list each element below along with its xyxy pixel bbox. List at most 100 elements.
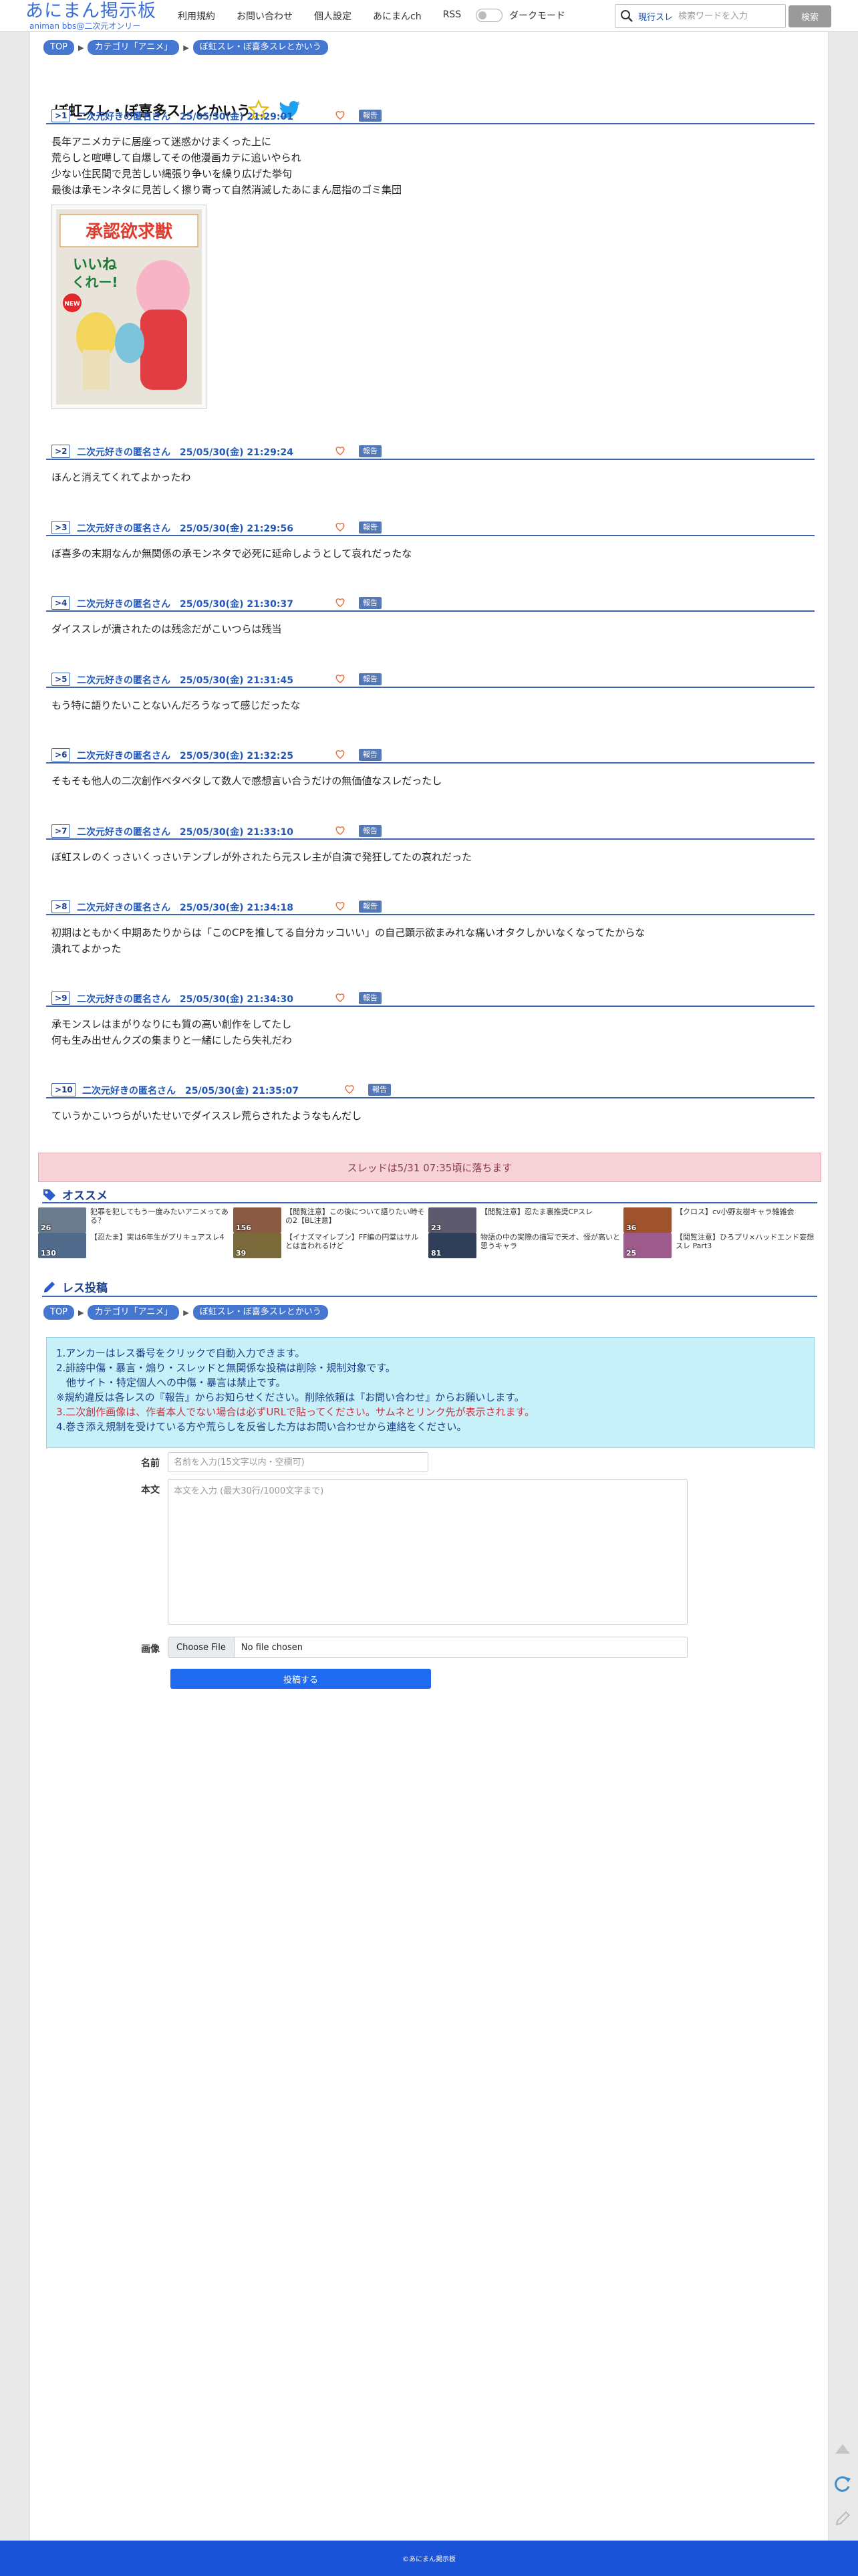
recommend-item[interactable]: 23 【閲覧注意】忍たま裏推奨CPスレ <box>428 1207 623 1233</box>
recommend-item-title: 【閲覧注意】ひろプリ×ハッドエンド妄想スレ Part3 <box>676 1233 815 1250</box>
rule-line: 他サイト・特定個人への中傷・暴言は禁止です。 <box>56 1377 286 1389</box>
recommend-item[interactable]: 39 【イナズマイレブン】FF編の円堂はサルとは言われるけど <box>233 1233 428 1258</box>
nav-contact[interactable]: お問い合わせ <box>237 9 293 23</box>
post-line: 潰れてよかった <box>51 943 122 955</box>
heart-icon[interactable] <box>335 597 345 608</box>
post-image[interactable]: 承認欲求獣 いいね くれー! NEW <box>51 205 206 409</box>
chevron-right-icon: ▶ <box>78 1308 84 1317</box>
report-button[interactable]: 報告 <box>359 825 382 837</box>
heart-icon[interactable] <box>335 673 345 684</box>
compose-button[interactable] <box>831 2507 854 2530</box>
rule-line: 2.誹謗中傷・暴言・煽り・スレッドと無関係な投稿は削除・規制対象です。 <box>56 1362 396 1374</box>
heart-icon[interactable] <box>335 110 345 120</box>
report-button[interactable]: 報告 <box>359 673 382 685</box>
nav-settings[interactable]: 個人設定 <box>314 9 351 23</box>
heart-icon[interactable] <box>335 749 345 759</box>
post-header: >9 二次元好きの匿名さん 25/05/30(金) 21:34:30 報告 <box>46 991 815 1007</box>
recommend-item[interactable]: 25 【閲覧注意】ひろプリ×ハッドエンド妄想スレ Part3 <box>623 1233 819 1258</box>
report-button[interactable]: 報告 <box>359 445 382 457</box>
pencil-icon <box>44 1281 55 1292</box>
report-button[interactable]: 報告 <box>368 1084 391 1096</box>
search-scope-select[interactable]: 現行スレ <box>638 10 673 23</box>
search-button[interactable]: 検索 <box>789 5 831 27</box>
image-file-input[interactable]: Choose File No file chosen <box>168 1637 688 1658</box>
dark-mode-toggle[interactable] <box>476 9 503 22</box>
breadcrumb-thread[interactable]: ぼ虹スレ・ぼ喜多スレとかいう <box>192 40 328 55</box>
post-header: >2 二次元好きの匿名さん 25/05/30(金) 21:29:24 報告 <box>46 444 815 460</box>
breadcrumb-bottom: TOP ▶ カテゴリ「アニメ」 ▶ ぼ虹スレ・ぼ喜多スレとかいう <box>43 1305 328 1320</box>
report-button[interactable]: 報告 <box>359 901 382 913</box>
heart-icon[interactable] <box>335 521 345 532</box>
recommend-item-title: 【閲覧注意】忍たま裏推奨CPスレ <box>480 1207 593 1216</box>
nav-rss[interactable]: RSS <box>443 9 462 23</box>
heart-icon[interactable] <box>335 825 345 836</box>
heart-icon[interactable] <box>335 445 345 456</box>
comment-count: 156 <box>236 1223 251 1232</box>
recommend-item-title: 【イナズマイレブン】FF編の円堂はサルとは言われるけど <box>285 1233 419 1250</box>
post-form-heading: レス投稿 <box>42 1278 108 1295</box>
post-line: ぼ喜多の末期なんか無関係の承モンネタで必死に延命しようとして哀れだったな <box>51 548 412 560</box>
post-5: >5 二次元好きの匿名さん 25/05/30(金) 21:31:45 報告 もう… <box>46 672 815 713</box>
breadcrumb-category[interactable]: カテゴリ「アニメ」 <box>88 40 180 55</box>
post-line: ほんと消えてくれてよかったわ <box>51 471 191 483</box>
heart-icon[interactable] <box>344 1084 355 1094</box>
site-logo[interactable]: あにまん掲示板 animan bbs@二次元オンリー <box>25 1 166 32</box>
nav-terms[interactable]: 利用規約 <box>178 9 215 23</box>
post-body: ぼ喜多の末期なんか無関係の承モンネタで必死に延命しようとして哀れだったな <box>46 536 815 562</box>
breadcrumb-category[interactable]: カテゴリ「アニメ」 <box>88 1305 180 1320</box>
post-body: そもそも他人の二次創作ベタベタして数人で感想言い合うだけの無価値なスレだったし <box>46 764 815 789</box>
breadcrumb-top[interactable]: TOP <box>43 1305 75 1320</box>
report-button[interactable]: 報告 <box>359 749 382 761</box>
report-button[interactable]: 報告 <box>359 597 382 609</box>
breadcrumb-top[interactable]: TOP <box>43 40 75 55</box>
post-number[interactable]: >7 <box>51 824 71 838</box>
recommend-item[interactable]: 130 【忍たま】実は6年生がプリキュアスレ4 <box>38 1233 233 1258</box>
choose-file-button[interactable]: Choose File <box>168 1637 235 1657</box>
post-number[interactable]: >2 <box>51 445 71 458</box>
post-number[interactable]: >5 <box>51 673 71 686</box>
recommend-item[interactable]: 156 【閲覧注意】この後について語りたい時その2【BL注意】 <box>233 1207 428 1233</box>
dark-mode-label: ダークモード <box>509 11 565 21</box>
report-button[interactable]: 報告 <box>359 521 382 534</box>
post-number[interactable]: >4 <box>51 596 71 610</box>
rule-line: 1.アンカーはレス番号をクリックで自動入力できます。 <box>56 1347 305 1359</box>
recommend-heading: オススメ <box>42 1186 108 1203</box>
rule-line: ※規約違反は各レスの『報告』からお知らせください。削除依頼は『お問い合わせ』から… <box>56 1391 525 1403</box>
submit-post-button[interactable]: 投稿する <box>170 1669 431 1689</box>
report-button[interactable]: 報告 <box>359 992 382 1004</box>
post-number-value: 4 <box>61 598 67 608</box>
comment-count: 130 <box>41 1249 56 1258</box>
heart-icon[interactable] <box>335 901 345 911</box>
post-image-illustration: 承認欲求獣 いいね くれー! NEW <box>56 209 202 404</box>
post-number[interactable]: >6 <box>51 748 71 762</box>
post-number[interactable]: >10 <box>51 1083 76 1096</box>
post-header: >7 二次元好きの匿名さん 25/05/30(金) 21:33:10 報告 <box>46 824 815 840</box>
reload-button[interactable] <box>831 2472 854 2495</box>
recommend-item[interactable]: 81 物語の中の実際の描写で天才、怪が高いと思うキャラ <box>428 1233 623 1258</box>
post-number[interactable]: >1 <box>51 109 71 122</box>
scroll-top-button[interactable] <box>831 2438 854 2460</box>
comment-count: 26 <box>41 1223 51 1232</box>
recommend-item[interactable]: 36 【クロス】cv小野友樹キャラ雑雑会 <box>623 1207 819 1233</box>
search-icon[interactable] <box>615 5 638 27</box>
recommend-item[interactable]: 26 犯罪を犯してもう一度みたいアニメってある？ <box>38 1207 233 1233</box>
body-textarea[interactable] <box>168 1479 688 1625</box>
name-field[interactable] <box>168 1452 428 1472</box>
post-number[interactable]: >9 <box>51 991 71 1005</box>
post-line: 最後は承モンネタに見苦しく擦り寄って自然消滅したあにまん屈指のゴミ集団 <box>51 184 402 196</box>
recommend-item-title: 【クロス】cv小野友樹キャラ雑雑会 <box>676 1207 795 1216</box>
post-number[interactable]: >8 <box>51 900 71 913</box>
search-input[interactable] <box>678 11 779 21</box>
post-meta: 二次元好きの匿名さん 25/05/30(金) 21:35:07 <box>82 1086 299 1096</box>
nav-animanch[interactable]: あにまんch <box>373 9 422 23</box>
post-number[interactable]: >3 <box>51 521 71 534</box>
post-meta: 二次元好きの匿名さん 25/05/30(金) 21:34:18 <box>77 903 293 913</box>
comment-count: 36 <box>626 1223 637 1232</box>
post-line: 荒らしと喧嘩して自爆してその他漫画カテに追いやられ <box>51 152 301 164</box>
heart-icon[interactable] <box>335 992 345 1003</box>
post-10: >10 二次元好きの匿名さん 25/05/30(金) 21:35:07 報告 て… <box>46 1082 815 1124</box>
post-meta: 二次元好きの匿名さん 25/05/30(金) 21:33:10 <box>77 827 293 838</box>
breadcrumb-thread[interactable]: ぼ虹スレ・ぼ喜多スレとかいう <box>192 1305 328 1320</box>
report-button[interactable]: 報告 <box>359 110 382 122</box>
recommend-item-title: 【忍たま】実は6年生がプリキュアスレ4 <box>90 1233 225 1242</box>
